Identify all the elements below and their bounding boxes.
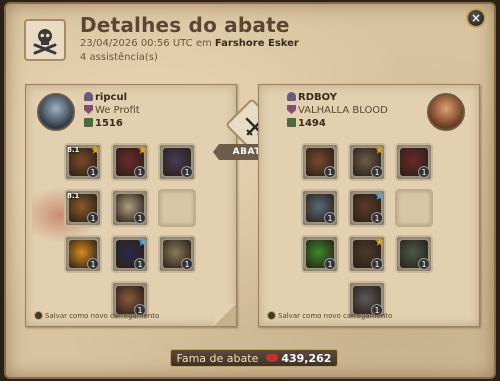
- quantity-badge: 1: [134, 166, 146, 178]
- quantity-badge: 1: [134, 212, 146, 224]
- quantity-badge: 1: [87, 258, 99, 270]
- guild-icon: [287, 105, 296, 114]
- page-curl: [214, 304, 236, 326]
- cape-slot[interactable]: 1: [158, 143, 196, 181]
- food-slot[interactable]: 1: [395, 235, 433, 273]
- tier-label: 8.1: [67, 192, 80, 200]
- quantity-badge: 1: [418, 166, 430, 178]
- bag-slot[interactable]: 8.1 1: [64, 143, 102, 181]
- mainhand-slot[interactable]: 1: [301, 189, 339, 227]
- killer-guild[interactable]: We Profit: [95, 105, 140, 116]
- head-slot[interactable]: 1: [348, 143, 386, 181]
- quantity-badge: 1: [87, 166, 99, 178]
- fame-value: 439,262: [281, 351, 332, 365]
- killer-name[interactable]: ripcul: [95, 92, 127, 103]
- quantity-badge: 1: [324, 166, 336, 178]
- victim-name[interactable]: RDBOY: [298, 92, 337, 103]
- player-icon: [287, 92, 296, 101]
- guild-icon: [84, 105, 93, 114]
- victim-info: RDBOY VALHALLA BLOOD 1494: [287, 91, 388, 130]
- armor-slot[interactable]: 1: [111, 189, 149, 227]
- kill-location: Farshore Esker: [214, 38, 299, 49]
- quantity-badge: 1: [324, 258, 336, 270]
- shoes-slot[interactable]: 1: [348, 235, 386, 273]
- quantity-badge: 1: [181, 166, 193, 178]
- potion-slot[interactable]: 1: [301, 235, 339, 273]
- quantity-badge: 1: [324, 212, 336, 224]
- tier-label: 8.1: [67, 146, 80, 154]
- kill-datetime: 23/04/2026 00:56 UTC: [80, 38, 193, 49]
- quantity-badge: 1: [371, 258, 383, 270]
- shoes-slot[interactable]: 1: [111, 235, 149, 273]
- save-loadout-link[interactable]: Salvar como novo carregamento: [267, 311, 392, 320]
- victim-item-power: 1494: [298, 118, 326, 129]
- head-slot[interactable]: 1: [111, 143, 149, 181]
- skull-crossbones-icon: [24, 19, 66, 61]
- kill-fame-bar: Fama de abate 439,262: [170, 349, 338, 367]
- cape-slot[interactable]: 1: [395, 143, 433, 181]
- coin-icon: [267, 311, 276, 320]
- location-prefix: em: [195, 38, 212, 49]
- potion-slot[interactable]: 1: [64, 235, 102, 273]
- close-button[interactable]: ×: [466, 8, 486, 28]
- victim-panel: RDBOY VALHALLA BLOOD 1494 111111111 Salv…: [258, 84, 480, 327]
- assist-count: 4 assistência(s): [80, 52, 158, 63]
- quantity-badge: 1: [181, 258, 193, 270]
- coin-icon: [34, 311, 43, 320]
- quantity-badge: 1: [87, 212, 99, 224]
- save-loadout-link[interactable]: Salvar como novo carregamento: [34, 311, 159, 320]
- offhand-slot: [395, 189, 433, 227]
- quantity-badge: 1: [371, 166, 383, 178]
- victim-avatar[interactable]: [427, 93, 465, 131]
- armor-slot[interactable]: 1: [348, 189, 386, 227]
- kill-details-window: Detalhes do abate 23/04/2026 00:56 UTC e…: [4, 2, 496, 379]
- fame-label: Fama de abate: [176, 351, 259, 365]
- killer-panel: ripcul We Profit 1516 8.1 1 1 1 8.1 1 1 1 1 1 1 Sa…: [25, 84, 237, 327]
- offhand-slot: [158, 189, 196, 227]
- quantity-badge: 1: [418, 258, 430, 270]
- kill-meta: 23/04/2026 00:56 UTC em Farshore Esker: [80, 38, 299, 49]
- killer-info: ripcul We Profit 1516: [84, 91, 140, 130]
- player-icon: [84, 92, 93, 101]
- quantity-badge: 1: [371, 212, 383, 224]
- food-slot[interactable]: 1: [158, 235, 196, 273]
- item-power-icon: [287, 118, 296, 127]
- quantity-badge: 1: [134, 258, 146, 270]
- victim-guild[interactable]: VALHALLA BLOOD: [298, 105, 388, 116]
- killer-avatar[interactable]: [37, 93, 75, 131]
- killer-item-power: 1516: [95, 118, 123, 129]
- mainhand-slot[interactable]: 8.1 1: [64, 189, 102, 227]
- bag-slot[interactable]: 1: [301, 143, 339, 181]
- fame-icon: [266, 354, 279, 362]
- page-title: Detalhes do abate: [80, 13, 290, 37]
- item-power-icon: [84, 118, 93, 127]
